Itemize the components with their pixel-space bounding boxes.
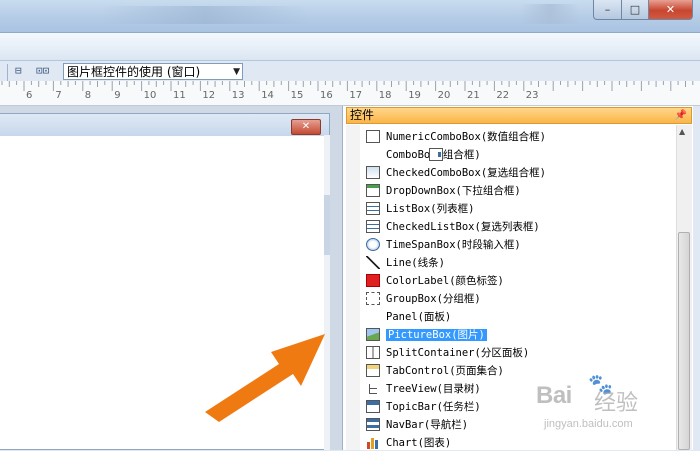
ruler-label: 18 xyxy=(378,90,392,101)
chart-icon xyxy=(366,435,380,449)
list-item-label: TreeView(目录树) xyxy=(386,383,481,395)
ruler-label: 15 xyxy=(290,90,304,101)
panel-title: 控件 xyxy=(350,108,375,122)
ruler-label: 12 xyxy=(202,90,216,101)
listbox-icon xyxy=(366,201,380,215)
list-item[interactable]: NavBar(导航栏) xyxy=(366,417,468,433)
ruler-label: 19 xyxy=(408,90,421,101)
minimize-button[interactable]: – xyxy=(593,0,622,20)
canvas-scroll-thumb[interactable] xyxy=(324,195,330,255)
list-item[interactable]: NumericComboBox(数值组合框) xyxy=(366,129,546,145)
distribute-icon[interactable]: ⊡⊡ xyxy=(36,64,49,77)
list-item-label: Line(线条) xyxy=(386,257,445,269)
picture-icon xyxy=(366,327,380,341)
checked-combobox-icon xyxy=(366,165,380,179)
tab-control-icon xyxy=(366,363,380,377)
ruler-label: 9 xyxy=(114,90,121,101)
list-item-label: CheckedComboBox(复选组合框) xyxy=(386,167,546,179)
list-item-label: NumericComboBox(数值组合框) xyxy=(386,131,546,143)
list-item-label: PictureBox(图片) xyxy=(386,329,487,341)
ruler-label: 22 xyxy=(496,90,510,101)
topicbar-icon xyxy=(366,399,380,413)
split-container-icon xyxy=(366,345,380,359)
list-item[interactable]: PictureBox(图片) xyxy=(366,327,487,343)
list-item[interactable]: TopicBar(任务栏) xyxy=(366,399,481,415)
list-item-label: TabControl(页面集合) xyxy=(386,365,504,377)
blurred-area xyxy=(520,4,580,24)
list-item[interactable]: ColorLabel(颜色标签) xyxy=(366,273,504,289)
ruler-label: 11 xyxy=(173,90,186,101)
ruler-label: 8 xyxy=(84,90,92,101)
list-item-label: SplitContainer(分区面板) xyxy=(386,347,530,359)
ruler-label: 23 xyxy=(525,90,539,101)
maximize-button[interactable]: □ xyxy=(621,0,649,20)
list-item[interactable]: TabControl(页面集合) xyxy=(366,363,504,379)
ruler-label: 16 xyxy=(320,90,333,101)
ruler-label: 20 xyxy=(437,90,451,101)
baidu-jingyan-watermark: Bai 🐾 经验 jingyan.baidu.com xyxy=(536,374,666,442)
form-close-button[interactable]: ✕ xyxy=(291,119,321,135)
ruler-label: 17 xyxy=(349,90,363,101)
list-item[interactable]: DropDownBox(下拉组合框) xyxy=(366,183,521,199)
groupbox-icon xyxy=(366,291,380,305)
chevron-down-icon[interactable]: ▼ xyxy=(233,64,240,81)
list-item-label: TopicBar(任务栏) xyxy=(386,401,481,413)
list-item[interactable]: CheckedListBox(复选列表框) xyxy=(366,219,540,235)
list-item-label: ListBox(列表框) xyxy=(386,203,475,215)
toolbar xyxy=(0,33,700,61)
ruler-label: 21 xyxy=(467,90,480,101)
window-select-value: 图片框控件的使用 (窗口) xyxy=(67,65,201,79)
list-item-label: CheckedListBox(复选列表框) xyxy=(386,221,540,233)
list-item[interactable]: Chart(图表) xyxy=(366,435,451,451)
toolbar-separator xyxy=(7,64,8,81)
align-icon[interactable]: ⊟ xyxy=(15,64,22,77)
list-item[interactable]: ListBox(列表框) xyxy=(366,201,474,217)
list-item-label: GroupBox(分组框) xyxy=(386,293,481,305)
navbar-icon xyxy=(366,417,380,431)
list-item-label: ColorLabel(颜色标签) xyxy=(386,275,504,287)
ruler-label: 7 xyxy=(55,90,62,101)
list-item[interactable]: GroupBox(分组框) xyxy=(366,291,481,307)
color-label-icon xyxy=(366,273,380,287)
watermark-url: jingyan.baidu.com xyxy=(544,418,633,430)
treeview-icon xyxy=(366,381,380,395)
list-item[interactable]: TimeSpanBox(时段输入框) xyxy=(366,237,521,253)
ruler-label: 10 xyxy=(143,90,157,101)
ruler-label: 6 xyxy=(26,90,33,101)
pointer-arrow-annotation xyxy=(205,334,325,422)
horizontal-ruler: 6 7 8 9 10 11 12 13 14 15 16 17 18 19 20 21 22 23 xyxy=(0,81,700,106)
list-item[interactable]: SplitContainer(分区面板) xyxy=(366,345,529,361)
close-button[interactable]: ✕ xyxy=(648,0,693,20)
numeric-combobox-icon xyxy=(366,129,380,143)
watermark-brand: Bai xyxy=(536,382,572,409)
scroll-up-icon[interactable]: ▲ xyxy=(679,127,685,136)
list-item[interactable]: CheckedComboBox(复选组合框) xyxy=(366,165,546,181)
list-item-label: Chart(图表) xyxy=(386,437,452,449)
line-icon xyxy=(366,255,380,269)
dropdownbox-icon xyxy=(366,183,380,197)
controls-panel-header: 控件 📌 xyxy=(346,107,692,124)
checked-listbox-icon xyxy=(366,219,380,233)
controls-scroll-thumb[interactable] xyxy=(678,232,690,450)
pin-icon[interactable]: 📌 xyxy=(675,108,687,123)
list-item[interactable]: TreeView(目录树) xyxy=(366,381,481,397)
ruler-label: 13 xyxy=(231,90,245,101)
list-item[interactable]: ComboBox(组合框) xyxy=(366,147,481,163)
watermark-jingyan: 经验 xyxy=(594,390,639,415)
window-select[interactable]: 图片框控件的使用 (窗口) ▼ xyxy=(63,63,243,80)
list-item-label: DropDownBox(下拉组合框) xyxy=(386,185,521,197)
list-item-label: TimeSpanBox(时段输入框) xyxy=(386,239,521,251)
combobox-icon xyxy=(429,147,443,161)
form-title-bar xyxy=(0,114,329,136)
ruler-label: 14 xyxy=(261,90,274,101)
list-margin xyxy=(346,125,360,450)
list-item[interactable]: Panel(面板) xyxy=(366,309,451,325)
blurred-title-area xyxy=(100,6,310,24)
list-item[interactable]: Line(线条) xyxy=(366,255,445,271)
list-item-label: NavBar(导航栏) xyxy=(386,419,469,431)
list-item-label: Panel(面板) xyxy=(386,311,452,323)
clock-icon xyxy=(366,237,380,251)
